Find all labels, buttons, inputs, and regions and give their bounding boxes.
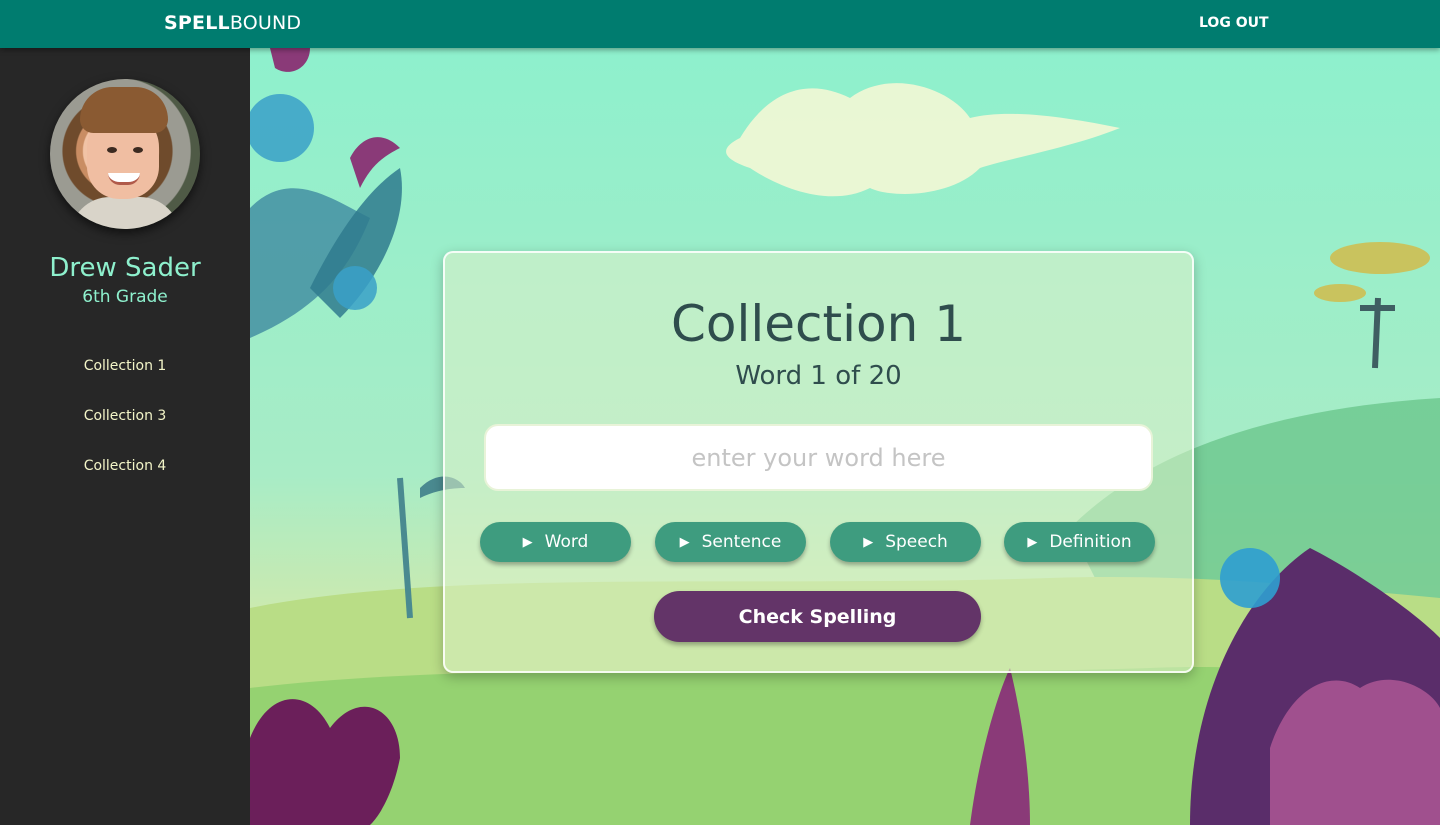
avatar-shirt	[70, 197, 180, 229]
app-logo[interactable]: SPELLBOUND	[164, 12, 301, 34]
tree-canopy	[1314, 284, 1366, 302]
sidebar: Drew Sader 6th Grade Collection 1 Collec…	[0, 48, 250, 825]
word-input[interactable]	[484, 424, 1153, 491]
play-triangle-icon: ▶	[1027, 534, 1038, 550]
word-progress: Word 1 of 20	[735, 361, 902, 391]
spelling-card: Collection 1 Word 1 of 20 ▶ Word ▶ Sentenc…	[443, 251, 1194, 673]
play-speech-button[interactable]: ▶ Speech	[830, 522, 981, 562]
tree-canopy	[1330, 242, 1430, 274]
blue-shrub	[1220, 548, 1280, 608]
collection-title: Collection 1	[670, 295, 967, 353]
user-name: Drew Sader	[49, 253, 201, 283]
play-definition-label: Definition	[1049, 532, 1132, 552]
logo-bold-text: SPELL	[164, 12, 230, 34]
blue-flower	[333, 266, 377, 310]
sidebar-item-collection-1[interactable]: Collection 1	[0, 358, 250, 408]
check-spelling-button[interactable]: Check Spelling	[654, 591, 981, 642]
user-grade: 6th Grade	[82, 287, 168, 307]
top-nav-bar: SPELLBOUND LOG OUT	[0, 0, 1440, 48]
avatar-eye	[133, 147, 143, 153]
sidebar-item-collection-4[interactable]: Collection 4	[0, 458, 250, 508]
sidebar-item-collection-3[interactable]: Collection 3	[0, 408, 250, 458]
logo-rest-text: BOUND	[229, 12, 302, 34]
pink-coral	[1270, 679, 1440, 825]
play-word-label: Word	[544, 532, 589, 552]
avatar-hair	[80, 87, 168, 133]
play-sentence-label: Sentence	[701, 532, 782, 552]
play-sentence-button[interactable]: ▶ Sentence	[655, 522, 806, 562]
play-triangle-icon: ▶	[863, 534, 874, 550]
play-definition-button[interactable]: ▶ Definition	[1004, 522, 1155, 562]
logout-link[interactable]: LOG OUT	[1199, 15, 1269, 31]
avatar	[50, 79, 200, 229]
play-triangle-icon: ▶	[679, 534, 690, 550]
play-word-button[interactable]: ▶ Word	[480, 522, 631, 562]
avatar-eye	[107, 147, 117, 153]
collection-list: Collection 1 Collection 3 Collection 4	[0, 358, 250, 508]
play-triangle-icon: ▶	[522, 534, 533, 550]
play-speech-label: Speech	[885, 532, 948, 552]
